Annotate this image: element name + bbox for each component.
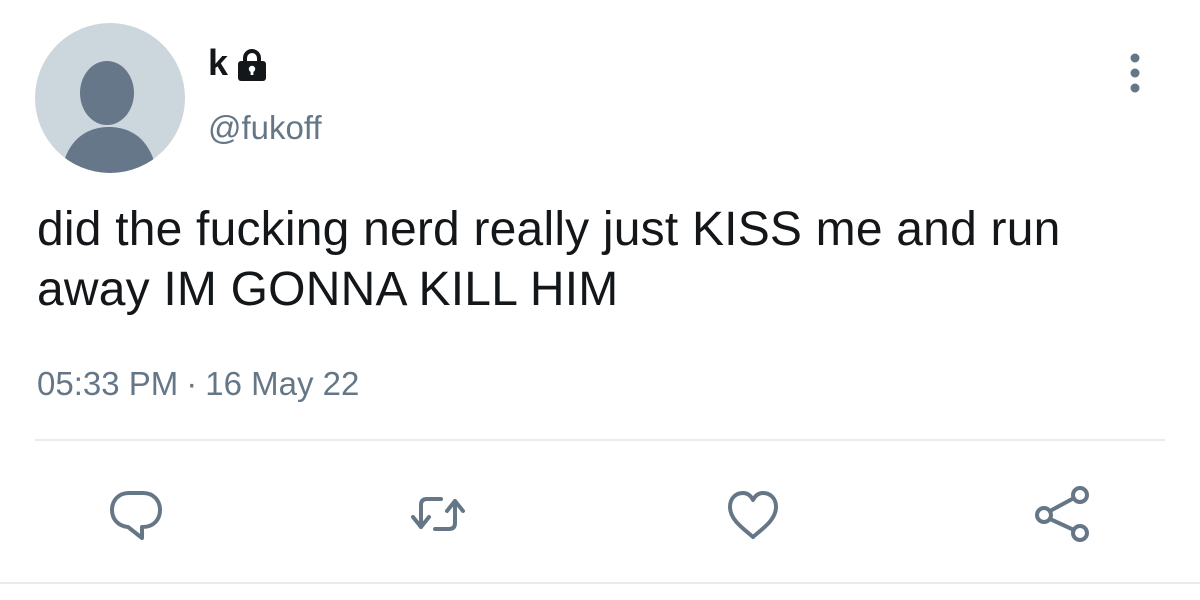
vertical-ellipsis-icon [1130, 53, 1140, 93]
lock-icon [236, 48, 268, 82]
display-name[interactable]: k [208, 40, 228, 86]
heart-icon [728, 491, 778, 539]
tweet-card: k @fukoff did the fucking nerd really ju… [0, 0, 1200, 600]
divider [35, 439, 1165, 441]
retweet-icon [411, 497, 465, 531]
tweet-text: did the fucking nerd really just KISS me… [37, 203, 1061, 316]
action-bar [0, 475, 1200, 550]
retweet-button[interactable] [407, 483, 469, 545]
reply-icon [110, 491, 162, 540]
display-name-row: k [208, 40, 322, 86]
reply-button[interactable] [105, 483, 167, 545]
tweet-date: 16 May 22 [205, 365, 360, 402]
share-button[interactable] [1032, 483, 1094, 545]
user-info: k @fukoff [208, 40, 322, 148]
user-handle[interactable]: @fukoff [208, 108, 322, 148]
meta-separator: · [186, 365, 198, 402]
tweet-timestamp[interactable]: 05:33 PM · 16 May 22 [37, 362, 359, 406]
more-options-button[interactable] [1120, 50, 1150, 100]
default-profile-icon [61, 61, 157, 173]
share-icon [1035, 486, 1089, 542]
bottom-divider [0, 582, 1200, 584]
tweet-time: 05:33 PM [37, 365, 179, 402]
avatar[interactable] [35, 23, 185, 173]
like-button[interactable] [722, 483, 784, 545]
